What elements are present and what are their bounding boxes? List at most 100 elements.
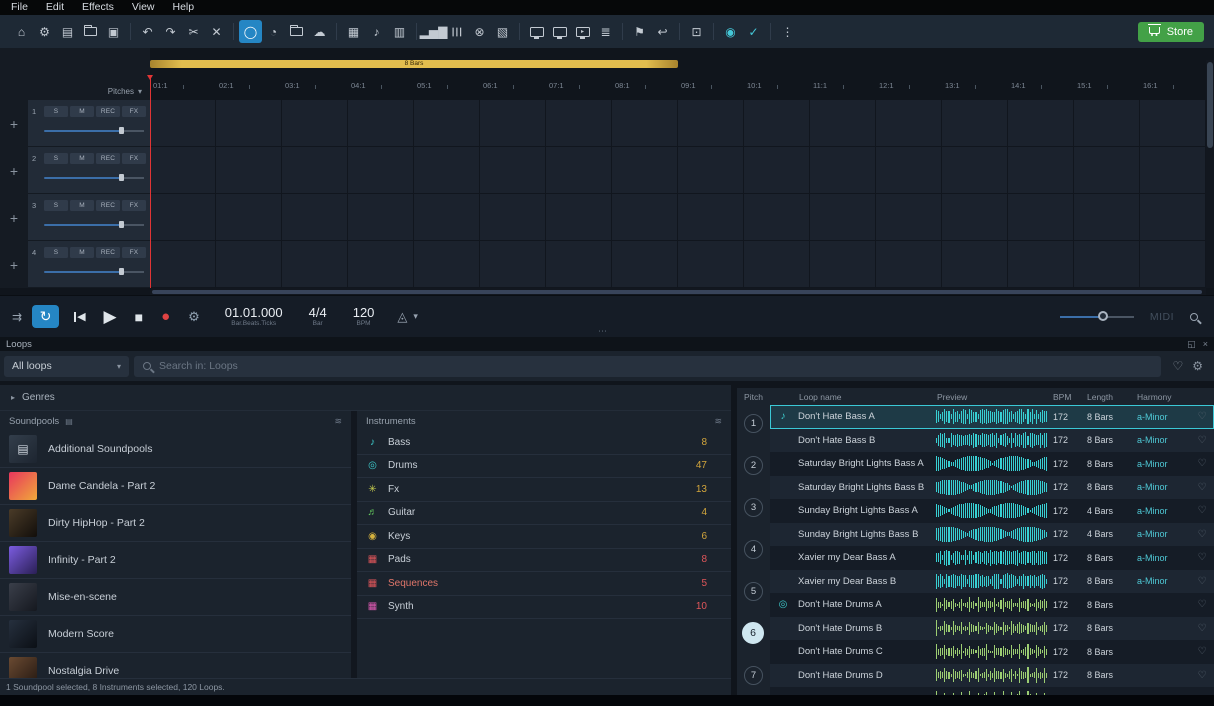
loops-filter-dropdown[interactable]: All loops ▾ [4, 356, 129, 377]
import-file-button[interactable] [285, 20, 308, 43]
effects-button[interactable]: ⊗ [468, 20, 491, 43]
waveform-preview[interactable] [936, 644, 1048, 660]
pitch-button-6[interactable]: 6 [742, 622, 764, 644]
waveform-preview[interactable] [936, 667, 1048, 683]
undock-panel-button[interactable]: ◱ [1187, 339, 1196, 350]
undo-button[interactable]: ↶ [136, 20, 159, 43]
pitches-column-header[interactable]: Pitches ▾ [108, 87, 142, 96]
track-1-fx-button[interactable]: FX [122, 106, 146, 117]
audio-editor-button[interactable]: ▂▅▇ [422, 20, 445, 43]
track-2-rec-button[interactable]: REC [96, 153, 120, 164]
master-volume-slider[interactable] [1060, 311, 1134, 322]
waveform-preview[interactable] [936, 550, 1048, 566]
waveform-preview[interactable] [936, 456, 1048, 472]
waveform-preview[interactable] [936, 432, 1048, 448]
track-4-s-button[interactable]: S [44, 247, 68, 258]
soundpool-browser-button[interactable]: ♪ [365, 20, 388, 43]
vertical-scrollbar-thumb[interactable] [1207, 62, 1213, 148]
track-3-m-button[interactable]: M [70, 200, 94, 211]
timeline-ruler[interactable]: 01:102:103:104:105:106:107:108:109:110:1… [150, 75, 1206, 100]
time-signature-display[interactable]: 4/4 Bar [309, 305, 327, 328]
waveform-preview[interactable] [936, 409, 1048, 425]
loop-row[interactable]: Don't Hate Drums C1728 Bars♡ [770, 640, 1214, 664]
volume-slider-thumb[interactable] [1098, 311, 1108, 321]
picture-in-picture-button[interactable]: ⊡ [685, 20, 708, 43]
instrument-filter-pads[interactable]: ▦Pads8 [357, 549, 731, 573]
loops-settings-button[interactable]: ⚙ [1192, 359, 1203, 373]
new-project-button[interactable]: ▤ [56, 20, 79, 43]
add-track-button[interactable]: + [0, 147, 28, 194]
track-header-2[interactable]: 2SMRECFX [28, 147, 150, 194]
soundpool-item[interactable]: Dirty HipHop - Part 2 [0, 505, 351, 542]
add-track-button[interactable]: + [0, 100, 28, 147]
settings-button[interactable]: ⚙ [33, 20, 56, 43]
stop-button[interactable]: ■ [135, 309, 143, 325]
waveform-preview[interactable] [936, 597, 1048, 613]
track-1-volume-slider[interactable] [44, 127, 144, 134]
soundpool-item[interactable]: Infinity - Part 2 [0, 542, 351, 579]
redo-button[interactable]: ↷ [159, 20, 182, 43]
add-track-button[interactable]: + [0, 241, 28, 288]
track-2-fx-button[interactable]: FX [122, 153, 146, 164]
marker-button[interactable]: ⚑ [628, 20, 651, 43]
pitch-button-3[interactable]: 3 [744, 498, 763, 517]
home-button[interactable]: ⌂ [10, 20, 33, 43]
soundpool-item[interactable]: Modern Score [0, 616, 351, 653]
panel-resize-handle[interactable]: ⋯ [598, 326, 608, 337]
video-monitor-button[interactable] [525, 20, 548, 43]
favorite-button[interactable]: ♡ [1190, 529, 1214, 540]
track-header-1[interactable]: 1SMRECFX [28, 100, 150, 147]
track-4-rec-button[interactable]: REC [96, 247, 120, 258]
loop-row[interactable]: Saturday Bright Lights Bass A1728 Barsa-… [770, 452, 1214, 476]
delete-button[interactable]: ✕ [205, 20, 228, 43]
tempo-display[interactable]: 120 BPM [353, 305, 375, 328]
play-button[interactable]: ▶ [104, 307, 117, 327]
loop-region-button[interactable]: ◯ [239, 20, 262, 43]
clear-soundpool-filter-button[interactable]: ≋ [334, 416, 342, 427]
menu-view[interactable]: View [123, 0, 164, 15]
metronome-dropdown-button[interactable]: ▾ [413, 311, 418, 322]
task-check-button[interactable]: ✓ [742, 20, 765, 43]
arranger-grid[interactable] [150, 100, 1206, 288]
favorite-button[interactable]: ♡ [1190, 646, 1214, 657]
audio-record-button[interactable]: ◔ [262, 20, 285, 43]
soundpool-item[interactable]: Nostalgia Drive [0, 653, 351, 678]
track-4-volume-slider[interactable] [44, 268, 144, 275]
music-keyboard-button[interactable]: ▥ [388, 20, 411, 43]
waveform-preview[interactable] [936, 620, 1048, 636]
track-3-fx-button[interactable]: FX [122, 200, 146, 211]
track-1-m-button[interactable]: M [70, 106, 94, 117]
menu-edit[interactable]: Edit [37, 0, 73, 15]
waveform-preview[interactable] [936, 526, 1048, 542]
favorite-button[interactable]: ♡ [1190, 482, 1214, 493]
loop-range-bar[interactable]: 8 Bars [150, 60, 678, 68]
slider-thumb[interactable] [119, 268, 124, 275]
save-project-button[interactable]: ▣ [102, 20, 125, 43]
pitch-button-4[interactable]: 4 [744, 540, 763, 559]
slider-thumb[interactable] [119, 174, 124, 181]
loop-row[interactable]: Don't Hate Drums B1728 Bars♡ [770, 617, 1214, 641]
favorite-button[interactable]: ♡ [1190, 505, 1214, 516]
loop-row[interactable]: Sunday Bright Lights Bass B1724 Barsa-Mi… [770, 523, 1214, 547]
pitch-button-2[interactable]: 2 [744, 456, 763, 475]
loop-row[interactable]: ♪Don't Hate Bass A1728 Barsa-Minor♡ [770, 405, 1214, 429]
favorite-button[interactable]: ♡ [1190, 411, 1214, 422]
cut-button[interactable]: ✂ [182, 20, 205, 43]
waveform-preview[interactable] [936, 479, 1048, 495]
favorite-button[interactable]: ♡ [1190, 599, 1214, 610]
favorites-filter-button[interactable]: ♡ [1172, 359, 1183, 373]
track-1-rec-button[interactable]: REC [96, 106, 120, 117]
instrument-filter-guitar[interactable]: ♬Guitar4 [357, 502, 731, 526]
menu-file[interactable]: File [2, 0, 37, 15]
instrument-filter-sequences[interactable]: ▦Sequences5 [357, 572, 731, 596]
menu-help[interactable]: Help [164, 0, 204, 15]
arrangement-marker-icon[interactable]: ⇉ [12, 310, 22, 324]
mastering-button[interactable]: ▧ [491, 20, 514, 43]
object-editor-button[interactable]: ◉ [719, 20, 742, 43]
horizontal-scrollbar-thumb[interactable] [152, 290, 1202, 294]
video-player-button[interactable]: ▸ [571, 20, 594, 43]
transport-settings-button[interactable]: ⚙ [188, 309, 200, 325]
object-list-button[interactable]: ≣ [594, 20, 617, 43]
search-input[interactable] [159, 360, 1152, 372]
favorite-button[interactable]: ♡ [1190, 458, 1214, 469]
